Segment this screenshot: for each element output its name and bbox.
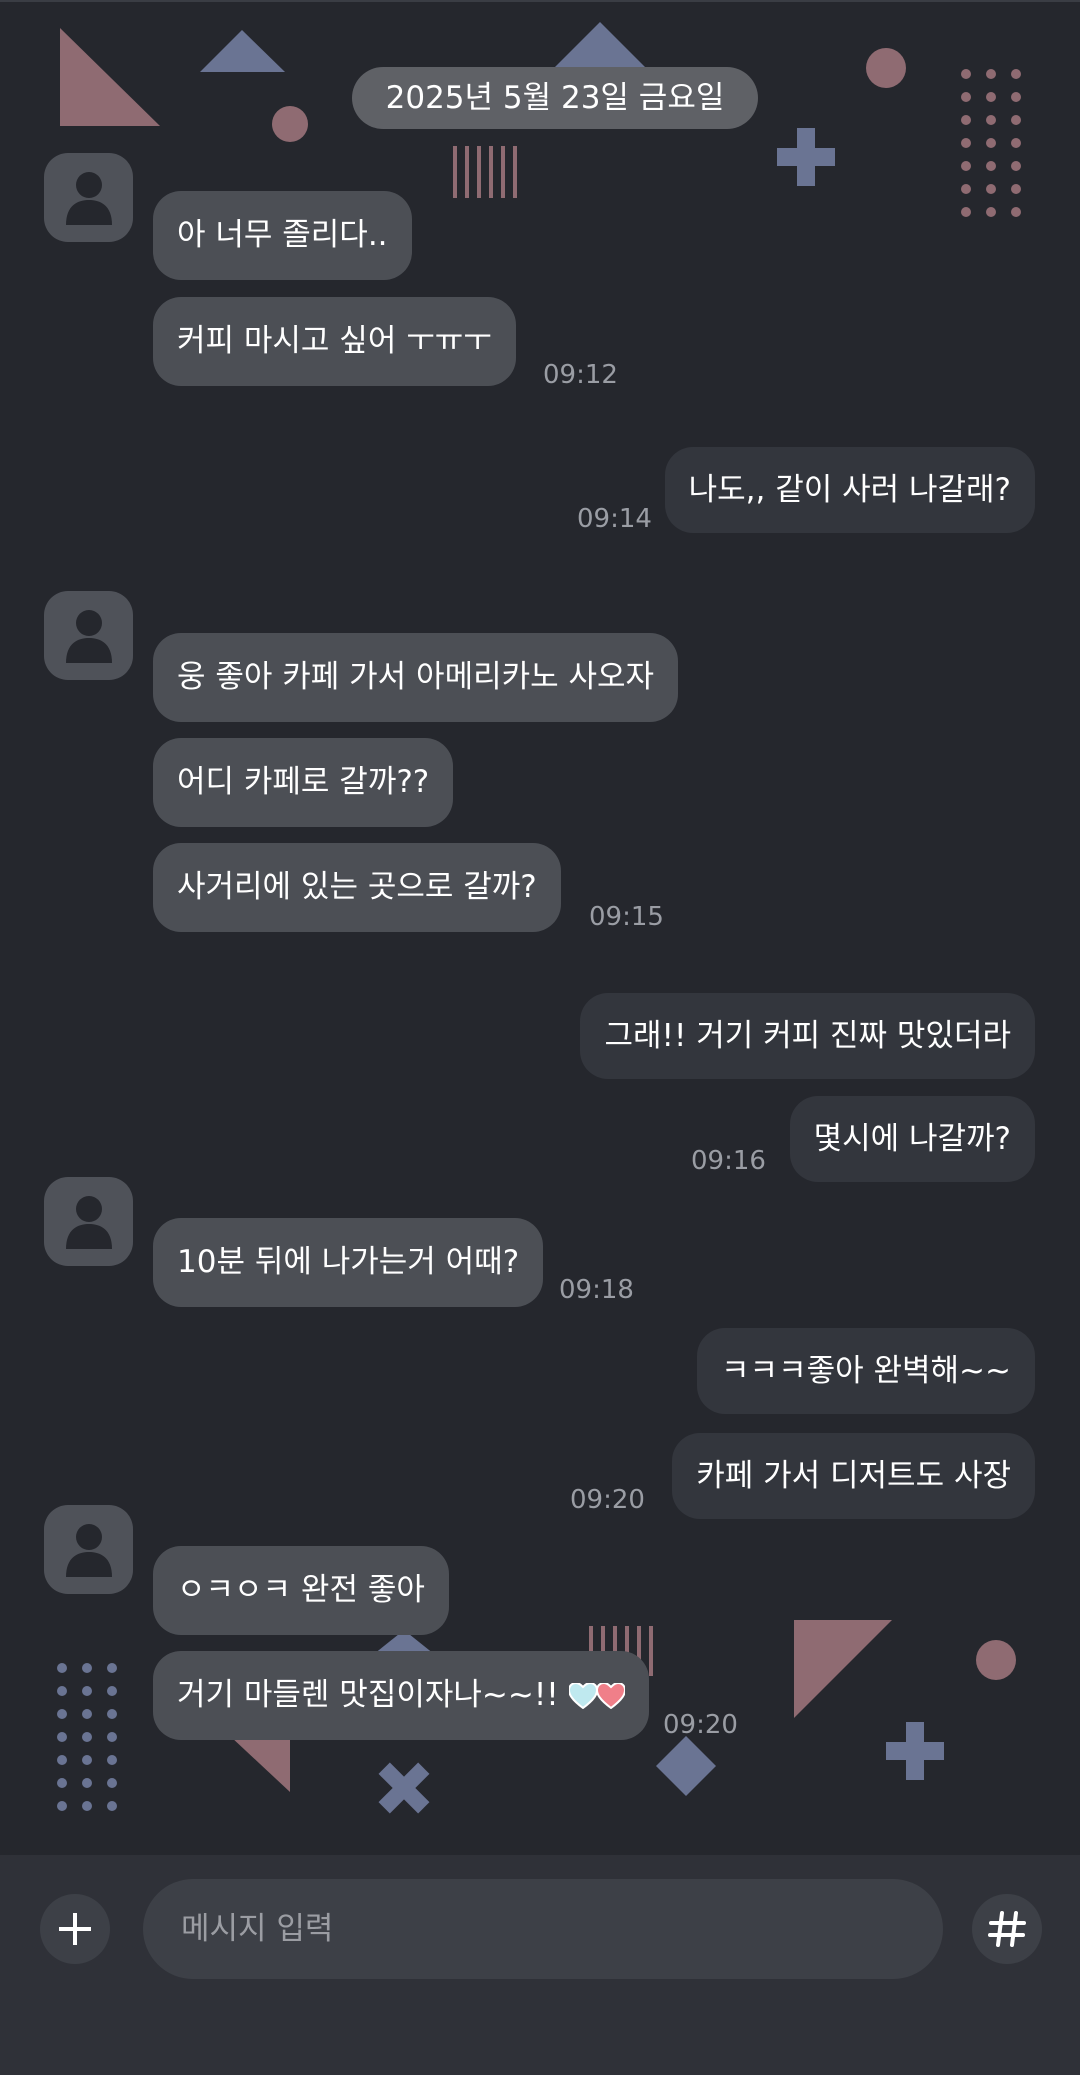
message-input[interactable]	[143, 1879, 943, 1979]
message-bubble[interactable]: ㅋㅋㅋ좋아 완벽해~~	[697, 1328, 1035, 1414]
avatar[interactable]	[44, 591, 133, 680]
hashtag-button[interactable]	[972, 1894, 1042, 1964]
message-bubble[interactable]: 그래!! 거기 커피 진짜 맛있더라	[580, 993, 1035, 1079]
message-text: 거기 마들렌 맛집이자나~~!!	[177, 1677, 559, 1713]
message-time: 09:20	[570, 1485, 645, 1515]
message-bubble[interactable]: 아 너무 졸리다..	[153, 191, 412, 280]
plus-icon	[59, 1913, 91, 1945]
person-icon	[66, 610, 112, 663]
add-attachment-button[interactable]	[40, 1894, 110, 1964]
message-time: 09:12	[543, 360, 618, 390]
message-bubble[interactable]: 나도,, 같이 사러 나갈래?	[664, 447, 1035, 533]
message-time: 09:18	[559, 1275, 634, 1305]
avatar[interactable]	[44, 1177, 133, 1266]
person-icon	[66, 172, 112, 225]
message-bubble[interactable]: ㅇㅋㅇㅋ 완전 좋아	[153, 1546, 449, 1635]
message-time: 09:14	[577, 504, 652, 534]
heart-light-blue-icon	[567, 1681, 598, 1710]
date-divider: 2025년 5월 23일 금요일	[352, 67, 758, 129]
person-icon	[66, 1196, 112, 1249]
heart-pink-icon	[595, 1681, 626, 1710]
message-bubble[interactable]: 커피 마시고 싶어 ㅜㅠㅜ	[153, 297, 516, 386]
message-time: 09:20	[663, 1710, 738, 1740]
message-bubble[interactable]: 몇시에 나갈까?	[789, 1096, 1035, 1182]
hash-icon	[988, 1911, 1026, 1947]
message-composer	[0, 1855, 1080, 2075]
avatar[interactable]	[44, 1505, 133, 1594]
person-icon	[66, 1524, 112, 1577]
chat-area[interactable]: 2025년 5월 23일 금요일 아 너무 졸리다.. 커피 마시고 싶어 ㅜㅠ…	[0, 0, 1080, 1855]
message-bubble[interactable]: 카페 가서 디저트도 사장	[672, 1433, 1035, 1519]
message-bubble[interactable]: 어디 카페로 갈까??	[153, 738, 454, 827]
message-time: 09:16	[691, 1146, 766, 1176]
message-bubble-with-hearts[interactable]: 거기 마들렌 맛집이자나~~!!	[153, 1651, 649, 1740]
message-bubble[interactable]: 10분 뒤에 나가는거 어때?	[153, 1218, 544, 1307]
message-time: 09:15	[589, 902, 664, 932]
message-bubble[interactable]: 사거리에 있는 곳으로 갈까?	[153, 843, 561, 932]
avatar[interactable]	[44, 153, 133, 242]
message-bubble[interactable]: 웅 좋아 카페 가서 아메리카노 사오자	[153, 633, 679, 722]
